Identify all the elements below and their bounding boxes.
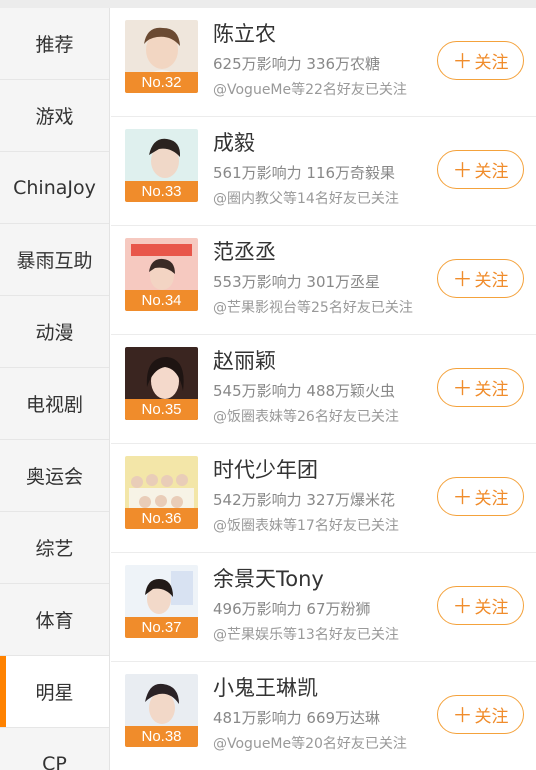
sidebar-item-games[interactable]: 游戏 — [0, 80, 109, 152]
sidebar-item-label: 明星 — [35, 682, 74, 704]
follow-label: 关注 — [474, 598, 509, 618]
star-name[interactable]: 余景天Tony — [213, 563, 324, 593]
plus-icon: ＋ — [452, 484, 473, 509]
follow-label: 关注 — [474, 162, 509, 182]
avatar[interactable]: No.36 — [125, 456, 198, 529]
star-ranking-list: No.32 陈立农 625万影响力 336万农糖 @VogueMe等22名好友已… — [111, 8, 536, 770]
star-name[interactable]: 小鬼王琳凯 — [213, 672, 318, 702]
sidebar-item-tv-series[interactable]: 电视剧 — [0, 368, 109, 440]
sidebar-item-chinajoy[interactable]: ChinaJoy — [0, 152, 109, 224]
sidebar-item-label: 推荐 — [35, 34, 74, 56]
list-item[interactable]: No.35 赵丽颖 545万影响力 488万颖火虫 @饭圈表妹等26名好友已关注… — [111, 335, 536, 444]
rank-badge: No.33 — [125, 181, 198, 202]
influence-stats: 496万影响力 67万粉狮 — [213, 600, 371, 618]
sidebar-item-olympics[interactable]: 奥运会 — [0, 440, 109, 512]
sidebar-item-sports[interactable]: 体育 — [0, 584, 109, 656]
follow-button[interactable]: ＋关注 — [437, 477, 524, 516]
sidebar-item-label: 动漫 — [35, 322, 74, 344]
rank-badge: No.34 — [125, 290, 198, 311]
follow-button[interactable]: ＋关注 — [437, 41, 524, 80]
follow-button[interactable]: ＋关注 — [437, 586, 524, 625]
avatar[interactable]: No.33 — [125, 129, 198, 202]
follow-button[interactable]: ＋关注 — [437, 259, 524, 298]
avatar[interactable]: No.32 — [125, 20, 198, 93]
star-name[interactable]: 成毅 — [213, 127, 255, 157]
plus-icon: ＋ — [452, 593, 473, 618]
friends-following: @VogueMe等22名好友已关注 — [213, 82, 407, 98]
friends-following: @芒果影视台等25名好友已关注 — [213, 300, 413, 316]
category-sidebar: 推荐 游戏 ChinaJoy 暴雨互助 动漫 电视剧 奥运会 综艺 体育 明星 … — [0, 8, 110, 770]
friends-following: @芒果娱乐等13名好友已关注 — [213, 627, 399, 643]
plus-icon: ＋ — [452, 266, 473, 291]
influence-stats: 625万影响力 336万农糖 — [213, 55, 381, 73]
avatar[interactable]: No.37 — [125, 565, 198, 638]
follow-button[interactable]: ＋关注 — [437, 695, 524, 734]
rank-badge: No.37 — [125, 617, 198, 638]
follow-label: 关注 — [474, 380, 509, 400]
sidebar-item-label: 电视剧 — [25, 394, 83, 416]
plus-icon: ＋ — [452, 157, 473, 182]
sidebar-item-rainstorm-aid[interactable]: 暴雨互助 — [0, 224, 109, 296]
star-name[interactable]: 赵丽颖 — [213, 345, 276, 375]
follow-label: 关注 — [474, 489, 509, 509]
star-name[interactable]: 时代少年团 — [213, 454, 318, 484]
list-item[interactable]: No.38 小鬼王琳凯 481万影响力 669万达琳 @VogueMe等20名好… — [111, 662, 536, 770]
follow-button[interactable]: ＋关注 — [437, 150, 524, 189]
friends-following: @VogueMe等20名好友已关注 — [213, 736, 407, 752]
plus-icon: ＋ — [452, 375, 473, 400]
sidebar-item-label: 暴雨互助 — [16, 250, 93, 272]
rank-badge: No.32 — [125, 72, 198, 93]
avatar[interactable]: No.38 — [125, 674, 198, 747]
friends-following: @饭圈表妹等26名好友已关注 — [213, 409, 399, 425]
sidebar-item-cp[interactable]: CP — [0, 728, 109, 770]
star-name[interactable]: 范丞丞 — [213, 236, 276, 266]
avatar[interactable]: No.34 — [125, 238, 198, 311]
friends-following: @饭圈表妹等17名好友已关注 — [213, 518, 399, 534]
plus-icon: ＋ — [452, 48, 473, 73]
sidebar-item-variety[interactable]: 综艺 — [0, 512, 109, 584]
follow-label: 关注 — [474, 53, 509, 73]
sidebar-item-label: ChinaJoy — [13, 176, 96, 199]
rank-badge: No.38 — [125, 726, 198, 747]
sidebar-item-label: 奥运会 — [25, 466, 83, 488]
plus-icon: ＋ — [452, 702, 473, 727]
follow-label: 关注 — [474, 707, 509, 727]
star-name[interactable]: 陈立农 — [213, 18, 276, 48]
list-item[interactable]: No.36 时代少年团 542万影响力 327万爆米花 @饭圈表妹等17名好友已… — [111, 444, 536, 553]
influence-stats: 561万影响力 116万奇毅果 — [213, 164, 396, 182]
sidebar-item-stars[interactable]: 明星 — [0, 656, 109, 728]
list-item[interactable]: No.32 陈立农 625万影响力 336万农糖 @VogueMe等22名好友已… — [111, 8, 536, 117]
sidebar-item-anime[interactable]: 动漫 — [0, 296, 109, 368]
rank-badge: No.35 — [125, 399, 198, 420]
follow-button[interactable]: ＋关注 — [437, 368, 524, 407]
sidebar-item-label: 游戏 — [35, 106, 74, 128]
sidebar-item-label: 体育 — [35, 610, 74, 632]
follow-label: 关注 — [474, 271, 509, 291]
list-item[interactable]: No.33 成毅 561万影响力 116万奇毅果 @圈内教父等14名好友已关注 … — [111, 117, 536, 226]
influence-stats: 553万影响力 301万丞星 — [213, 273, 381, 291]
top-divider — [0, 0, 536, 8]
sidebar-item-label: 综艺 — [35, 538, 74, 560]
friends-following: @圈内教父等14名好友已关注 — [213, 191, 399, 207]
sidebar-item-label: CP — [42, 752, 67, 770]
list-item[interactable]: No.37 余景天Tony 496万影响力 67万粉狮 @芒果娱乐等13名好友已… — [111, 553, 536, 662]
rank-badge: No.36 — [125, 508, 198, 529]
influence-stats: 542万影响力 327万爆米花 — [213, 491, 396, 509]
sidebar-item-recommend[interactable]: 推荐 — [0, 8, 109, 80]
influence-stats: 545万影响力 488万颖火虫 — [213, 382, 396, 400]
influence-stats: 481万影响力 669万达琳 — [213, 709, 381, 727]
avatar[interactable]: No.35 — [125, 347, 198, 420]
list-item[interactable]: No.34 范丞丞 553万影响力 301万丞星 @芒果影视台等25名好友已关注… — [111, 226, 536, 335]
